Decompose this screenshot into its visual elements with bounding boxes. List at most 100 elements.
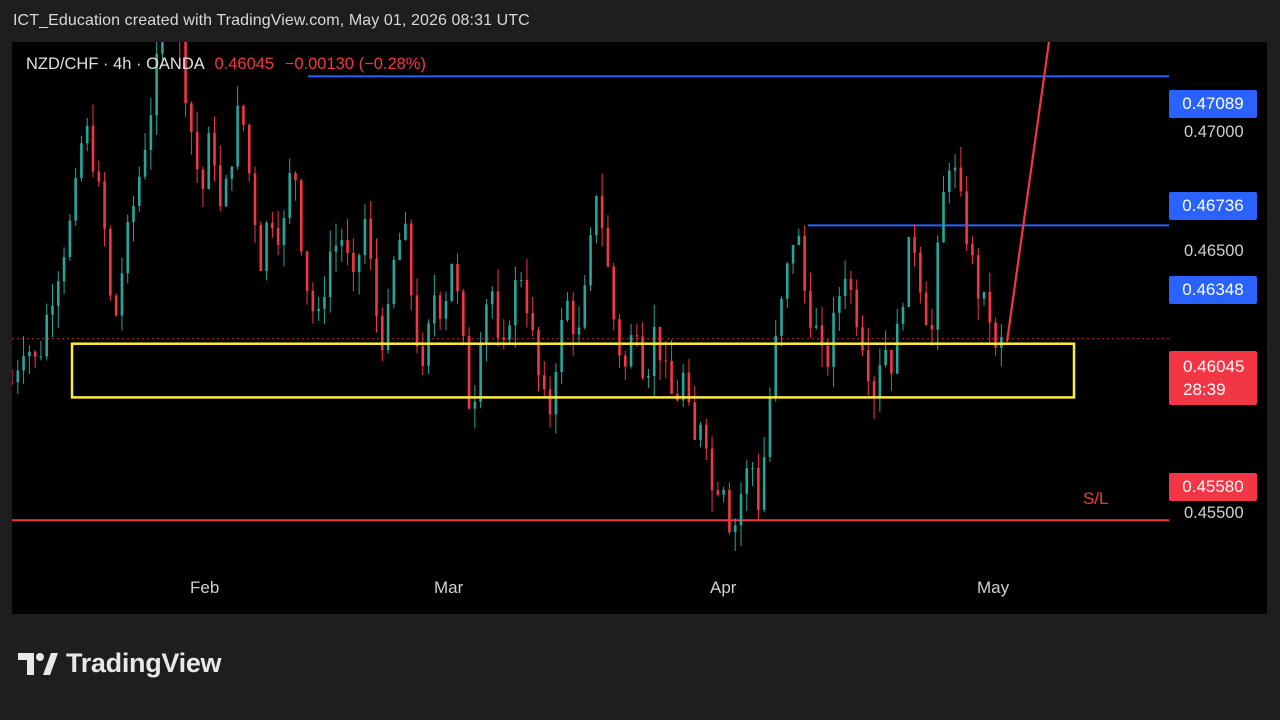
price-tick-0.46500: 0.46500 (1184, 242, 1244, 260)
candle-body (357, 255, 361, 273)
candle-body (294, 173, 297, 181)
candle-body (213, 132, 216, 166)
symbol-label[interactable]: NZD/CHF · 4h · OANDA (26, 55, 204, 73)
candle-body (757, 467, 760, 510)
candle-body (861, 327, 864, 351)
candle-body (473, 401, 477, 409)
candle-body (323, 296, 326, 309)
candle-body (583, 285, 587, 328)
candle-body (456, 264, 459, 292)
forecast-arrow (1005, 42, 1051, 342)
candle-body (421, 346, 425, 366)
level-tag-0.46736[interactable]: 0.46736 (1169, 192, 1257, 220)
candle-body (895, 323, 899, 374)
candle-body (797, 235, 801, 245)
export-header: ICT_Education created with TradingView.c… (13, 12, 530, 29)
candle-body (253, 173, 257, 225)
chart-legend: NZD/CHF · 4h · OANDA 0.46045 −0.00130 (−… (26, 55, 426, 74)
candle-body (623, 355, 627, 367)
candle-body (433, 295, 436, 324)
time-label-may: May (977, 578, 1010, 597)
stop-loss-tag[interactable]: 0.45580 (1169, 473, 1257, 501)
candle-body (664, 360, 668, 362)
candle-body (415, 295, 419, 347)
price-tick-0.45500: 0.45500 (1184, 504, 1244, 522)
candle-body (109, 228, 112, 296)
candle-body (438, 295, 442, 319)
candle-body (74, 178, 77, 221)
candle-body (276, 228, 280, 245)
candle-body (693, 402, 697, 440)
candle-body (589, 235, 592, 286)
candle-body (780, 298, 783, 336)
candle-body (577, 327, 581, 335)
candle-body (398, 239, 401, 260)
candle-body (485, 304, 488, 345)
candle-body (340, 240, 344, 246)
candle-body (375, 258, 378, 316)
tradingview-logo[interactable]: TradingView (18, 648, 222, 679)
candle-body (919, 252, 922, 293)
candle-body (716, 490, 720, 495)
level-tag-0.46348[interactable]: 0.46348 (1169, 276, 1257, 304)
candle-body (392, 259, 396, 304)
level-tag-0.47089[interactable]: 0.47089 (1169, 90, 1257, 118)
candle-body (953, 167, 957, 171)
last-price-label: 0.46045 (214, 55, 275, 73)
candle-body (12, 382, 14, 384)
candle-body (305, 251, 309, 291)
time-label-feb: Feb (190, 578, 220, 597)
time-label-apr: Apr (710, 578, 737, 597)
candle-body (560, 319, 563, 373)
candle-body (855, 289, 859, 328)
candle-body (965, 191, 968, 245)
candle-body (832, 312, 835, 367)
candle-body (126, 222, 130, 274)
candle-body (531, 313, 535, 331)
candle-body (907, 237, 911, 307)
candle-body (774, 335, 778, 397)
candle-body (114, 295, 118, 316)
brand-wordmark: TradingView (66, 648, 222, 678)
candle-body (143, 150, 147, 177)
candle-body (982, 291, 986, 299)
candle-body (16, 370, 20, 383)
candle-body (22, 356, 25, 371)
candle-body (80, 143, 83, 179)
candle-body (901, 306, 905, 324)
candle-body (936, 242, 940, 330)
candle-body (103, 181, 106, 229)
candle-body (722, 489, 725, 495)
candle-body (369, 218, 373, 259)
candle-body (97, 171, 101, 182)
candle-body (959, 167, 963, 192)
candle-body (849, 278, 853, 290)
candle-body (826, 345, 830, 367)
chart-panel[interactable]: NZD/CHF · 4h · OANDA 0.46045 −0.00130 (−… (12, 42, 1267, 614)
candlestick-chart[interactable] (12, 42, 1267, 614)
candle-body (328, 251, 332, 297)
candle-body (647, 375, 650, 378)
candle-body (803, 235, 806, 291)
candle-body (554, 372, 558, 415)
candle-body (28, 351, 31, 357)
candle-body (236, 105, 239, 167)
candle-body (595, 196, 598, 236)
candle-body (259, 224, 263, 272)
candle-body (352, 252, 355, 273)
candle-body (739, 494, 743, 526)
candle-body (618, 319, 621, 356)
candle-body (218, 165, 222, 207)
candle-body (404, 223, 407, 240)
candle-body (317, 308, 320, 312)
candle-body (762, 456, 766, 510)
candle-body (91, 125, 95, 172)
candle-body (230, 166, 234, 179)
candle-body (890, 349, 893, 374)
candle-body (913, 237, 916, 253)
candle-body (311, 290, 315, 312)
candle-body (652, 326, 656, 376)
stop-loss-label: S/L (1083, 489, 1109, 508)
candle-body (809, 290, 812, 328)
candle-body (971, 244, 974, 256)
